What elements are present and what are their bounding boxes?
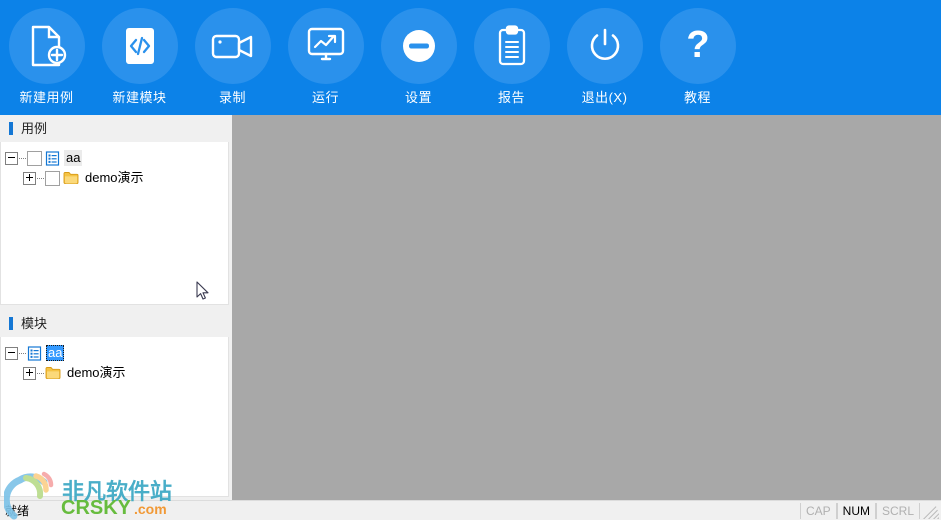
folder-icon xyxy=(63,172,79,184)
tree-checkbox[interactable] xyxy=(45,170,60,186)
clipboard-report-icon xyxy=(473,8,550,84)
cases-tree[interactable]: aa demo演示 xyxy=(0,142,229,305)
toolbar-label-settings: 设置 xyxy=(404,90,432,105)
folder-icon xyxy=(45,367,61,379)
list-document-icon xyxy=(27,345,42,361)
new-case-icon xyxy=(8,8,85,84)
toolbar-button-run[interactable]: 运行 xyxy=(279,0,372,115)
tree-line-dots xyxy=(19,153,27,164)
expander-expand-icon[interactable] xyxy=(23,366,36,380)
toolbar-button-exit[interactable]: 退出(X) xyxy=(558,0,651,115)
panel-cases: 用例 aa demo演示 xyxy=(0,115,232,305)
resize-grip-icon[interactable] xyxy=(923,503,939,519)
main-toolbar: 新建用例 新建模块 录制 运行 设置 报告 退出(X) ? 教程 xyxy=(0,0,941,115)
toolbar-label-new-module: 新建模块 xyxy=(112,90,167,105)
workspace-area[interactable] xyxy=(232,115,941,500)
expander-collapse-icon[interactable] xyxy=(5,151,18,165)
status-badge-cap: CAP xyxy=(799,502,837,519)
panel-cases-title: 用例 xyxy=(21,120,48,136)
panel-cases-header: 用例 xyxy=(0,115,232,142)
panel-accent-bar xyxy=(9,317,13,330)
left-dock: 用例 aa demo演示 模块 aa demo演示 xyxy=(0,115,232,500)
code-module-icon xyxy=(101,8,178,84)
toolbar-button-settings[interactable]: 设置 xyxy=(372,0,465,115)
tree-checkbox[interactable] xyxy=(27,150,42,166)
panel-modules-header: 模块 xyxy=(0,310,232,337)
tree-item-label[interactable]: demo演示 xyxy=(83,170,146,186)
toolbar-label-report: 报告 xyxy=(497,90,525,105)
expander-collapse-icon[interactable] xyxy=(5,346,18,360)
status-badge-scrl: SCRL xyxy=(875,502,920,519)
toolbar-label-record: 录制 xyxy=(218,90,246,105)
tree-row[interactable]: demo演示 xyxy=(1,363,228,383)
tree-row[interactable]: demo演示 xyxy=(1,168,228,188)
svg-text:?: ? xyxy=(686,24,709,66)
toolbar-button-new-module[interactable]: 新建模块 xyxy=(93,0,186,115)
panel-accent-bar xyxy=(9,122,13,135)
status-badge-num: NUM xyxy=(836,502,876,519)
toolbar-button-new-case[interactable]: 新建用例 xyxy=(0,0,93,115)
toolbar-label-tutorial: 教程 xyxy=(683,90,711,105)
tree-line-dots xyxy=(37,173,45,184)
tree-row[interactable]: aa xyxy=(1,343,228,363)
tree-line-dots xyxy=(19,348,27,359)
toolbar-button-tutorial[interactable]: ? 教程 xyxy=(651,0,744,115)
status-indicators: CAP NUM SCRL xyxy=(799,501,941,520)
record-video-icon xyxy=(194,8,271,84)
minus-circle-settings-icon xyxy=(380,8,457,84)
panel-modules-title: 模块 xyxy=(21,315,48,331)
toolbar-button-report[interactable]: 报告 xyxy=(465,0,558,115)
toolbar-label-exit: 退出(X) xyxy=(581,90,628,105)
power-exit-icon xyxy=(566,8,643,84)
panel-modules: 模块 aa demo演示 xyxy=(0,310,232,497)
status-message: 就绪 xyxy=(5,503,30,518)
tree-item-label[interactable]: aa xyxy=(64,150,83,166)
toolbar-button-record[interactable]: 录制 xyxy=(186,0,279,115)
list-document-icon xyxy=(45,150,60,166)
expander-expand-icon[interactable] xyxy=(23,171,36,185)
tree-line-dots xyxy=(37,368,45,379)
tree-item-label[interactable]: demo演示 xyxy=(65,365,128,381)
monitor-run-icon xyxy=(287,8,364,84)
question-help-icon: ? xyxy=(659,8,736,84)
toolbar-label-run: 运行 xyxy=(311,90,339,105)
toolbar-label-new-case: 新建用例 xyxy=(19,90,74,105)
modules-tree[interactable]: aa demo演示 xyxy=(0,337,229,497)
tree-row[interactable]: aa xyxy=(1,148,228,168)
status-bar: 就绪 CAP NUM SCRL xyxy=(0,500,941,520)
tree-item-label-selected[interactable]: aa xyxy=(46,345,65,361)
